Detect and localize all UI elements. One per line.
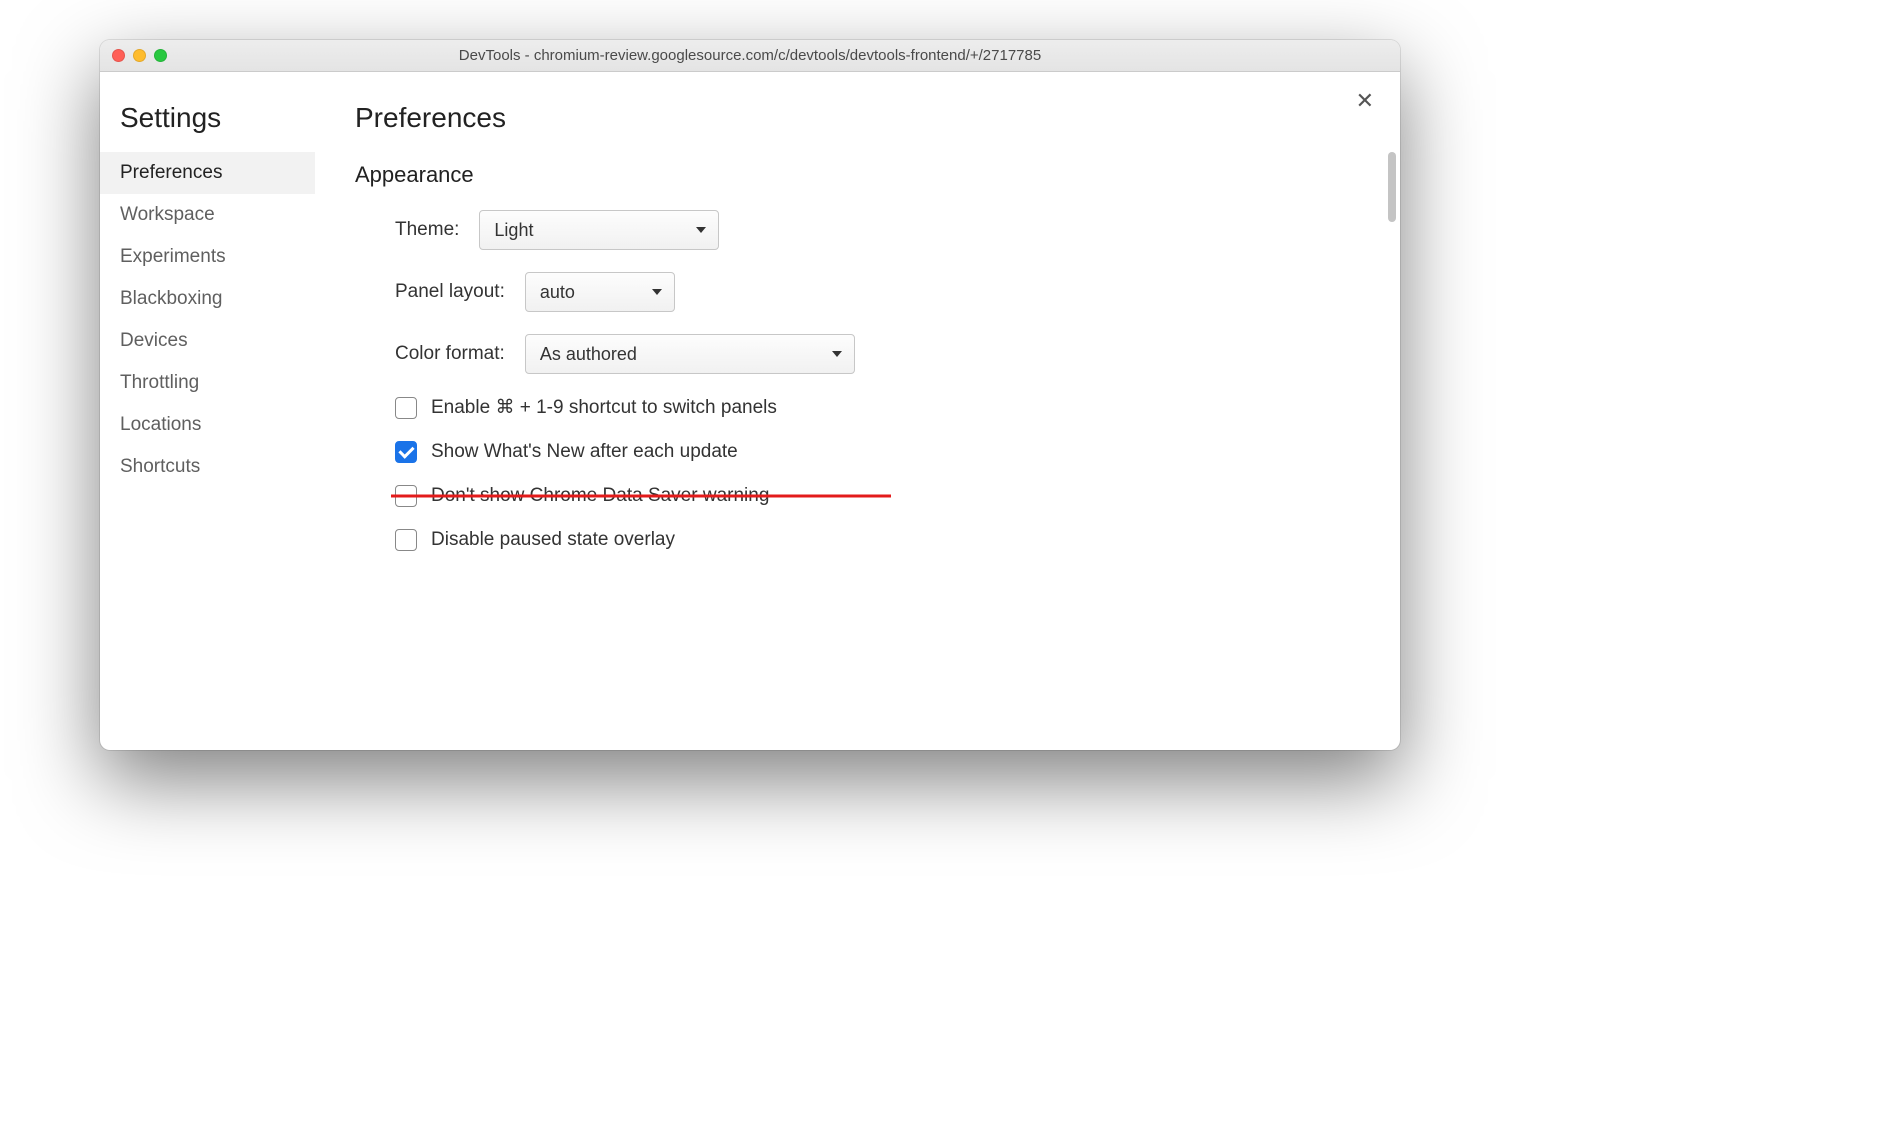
color-format-value: As authored [540,344,637,365]
content-area: Settings PreferencesWorkspaceExperiments… [100,72,1400,750]
panel-layout-row: Panel layout: auto [395,272,1360,312]
sidebar-item-locations[interactable]: Locations [100,404,315,446]
sidebar-item-shortcuts[interactable]: Shortcuts [100,446,315,488]
window-title: DevTools - chromium-review.googlesource.… [100,47,1400,64]
option-row: Show What's New after each update [395,441,1360,463]
theme-value: Light [494,220,533,241]
option-row: Disable paused state overlay [395,529,1360,551]
sidebar-item-workspace[interactable]: Workspace [100,194,315,236]
chevron-down-icon [696,227,706,233]
option-row: Enable ⌘ + 1-9 shortcut to switch panels [395,396,1360,419]
color-format-select[interactable]: As authored [525,334,855,374]
strikethrough-annotation [391,495,891,498]
devtools-window: DevTools - chromium-review.googlesource.… [100,40,1400,750]
minimize-window-icon[interactable] [133,49,146,62]
section-appearance: Appearance [355,162,1360,188]
color-format-row: Color format: As authored [395,334,1360,374]
theme-label: Theme: [395,219,459,241]
option-label: Show What's New after each update [431,441,738,463]
sidebar-item-throttling[interactable]: Throttling [100,362,315,404]
sidebar-item-preferences[interactable]: Preferences [100,152,315,194]
chevron-down-icon [832,351,842,357]
checkbox[interactable] [395,397,417,419]
option-row: Don't show Chrome Data Saver warning [395,485,1360,507]
settings-sidebar: Settings PreferencesWorkspaceExperiments… [100,72,315,750]
titlebar: DevTools - chromium-review.googlesource.… [100,40,1400,72]
sidebar-heading: Settings [100,102,315,152]
option-label: Disable paused state overlay [431,529,675,551]
chevron-down-icon [652,289,662,295]
option-label: Enable ⌘ + 1-9 shortcut to switch panels [431,396,777,419]
main-panel: ✕ Preferences Appearance Theme: Light Pa… [315,72,1400,750]
panel-layout-label: Panel layout: [395,281,505,303]
sidebar-item-blackboxing[interactable]: Blackboxing [100,278,315,320]
checkbox[interactable] [395,529,417,551]
panel-layout-value: auto [540,282,575,303]
color-format-label: Color format: [395,343,505,365]
theme-row: Theme: Light [395,210,1360,250]
scrollbar-thumb[interactable] [1388,152,1396,222]
traffic-lights [112,49,167,62]
close-icon[interactable]: ✕ [1356,88,1374,114]
close-window-icon[interactable] [112,49,125,62]
fullscreen-window-icon[interactable] [154,49,167,62]
page-title: Preferences [355,102,1360,134]
panel-layout-select[interactable]: auto [525,272,675,312]
theme-select[interactable]: Light [479,210,719,250]
sidebar-item-devices[interactable]: Devices [100,320,315,362]
checkbox[interactable] [395,441,417,463]
sidebar-item-experiments[interactable]: Experiments [100,236,315,278]
